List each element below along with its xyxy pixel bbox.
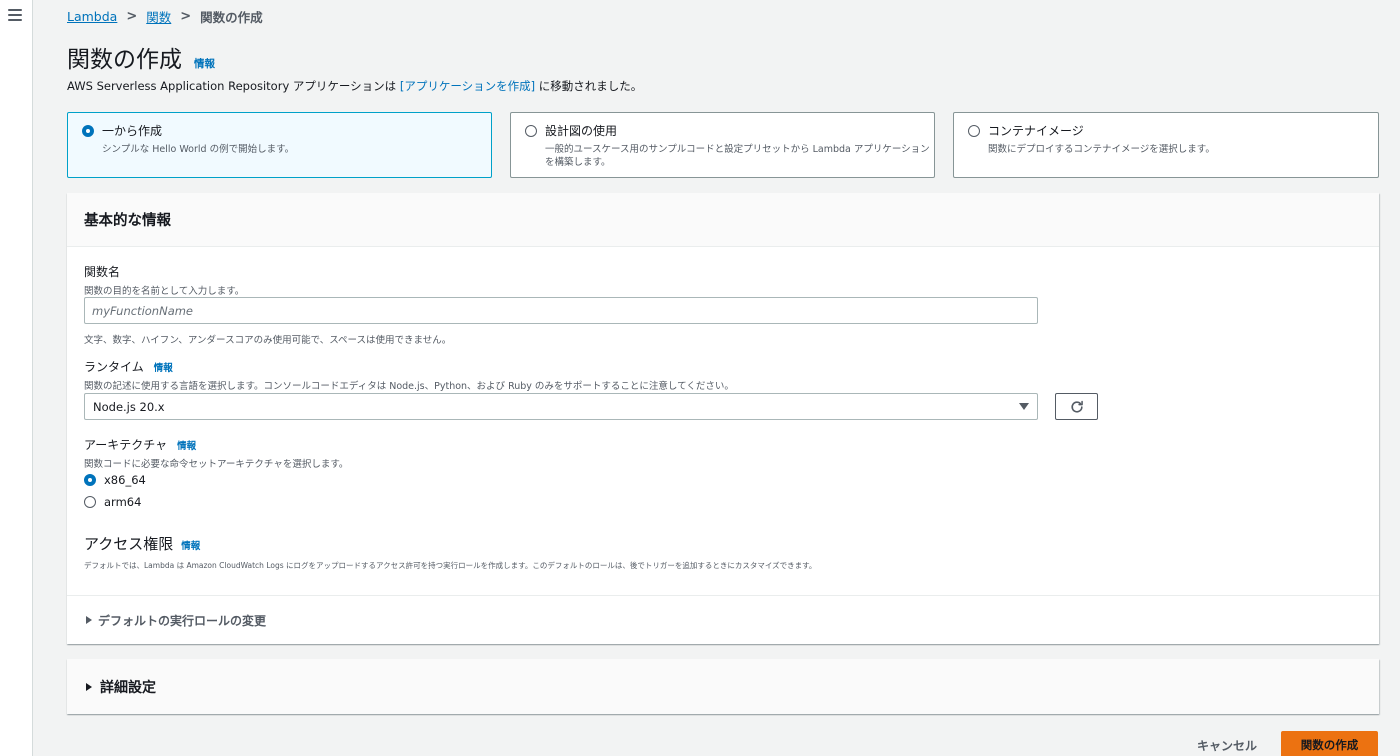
architecture-option-x86[interactable]: x86_64 — [84, 473, 146, 487]
create-application-link[interactable]: [アプリケーションを作成] — [400, 79, 535, 93]
basic-info-panel: 基本的な情報 関数名 関数の目的を名前として入力します。 文字、数字、ハイフン、… — [67, 193, 1379, 644]
access-title: アクセス権限 — [84, 535, 174, 553]
radio-selected-icon[interactable] — [84, 474, 96, 486]
architecture-option-arm64[interactable]: arm64 — [84, 495, 141, 509]
access-title-row: アクセス権限 情報 — [84, 533, 816, 554]
access-section: アクセス権限 情報 デフォルトでは、Lambda は Amazon CloudW… — [84, 533, 816, 571]
option-title: コンテナイメージ — [988, 124, 1084, 138]
page-header: 関数の作成 情報 — [67, 40, 215, 74]
breadcrumb: Lambda > 関数 > 関数の作成 — [67, 7, 263, 25]
notice-suffix: に移動されました。 — [535, 79, 643, 93]
function-name-label-group: 関数名 関数の目的を名前として入力します。 — [84, 263, 244, 297]
migration-notice: AWS Serverless Application Repository アプ… — [67, 78, 642, 94]
runtime-desc: 関数の記述に使用する言語を選択します。コンソールコードエディタは Node.js… — [84, 381, 734, 392]
function-name-label: 関数名 — [84, 265, 121, 279]
option-desc: 一般的ユースケース用のサンプルコードと設定プリセットから Lambda アプリケ… — [545, 144, 930, 168]
option-use-blueprint[interactable]: 設計図の使用 一般的ユースケース用のサンプルコードと設定プリセットから Lamb… — [510, 112, 935, 178]
runtime-label-group: ランタイム 情報 関数の記述に使用する言語を選択します。コンソールコードエディタ… — [84, 358, 734, 392]
function-name-input[interactable] — [84, 297, 1038, 324]
runtime-label-row: ランタイム 情報 — [84, 358, 734, 375]
architecture-option-label: x86_64 — [104, 473, 146, 487]
option-desc: シンプルな Hello World の例で開始します。 — [102, 144, 295, 155]
architecture-desc: 関数コードに必要な命令セットアーキテクチャを選択します。 — [84, 459, 349, 470]
caret-right-icon — [86, 616, 92, 624]
option-desc: 関数にデプロイするコンテナイメージを選択します。 — [988, 144, 1215, 155]
cancel-button[interactable]: キャンセル — [1183, 733, 1271, 756]
chevron-right-icon: > — [180, 8, 192, 24]
radio-selected-icon[interactable] — [82, 124, 94, 137]
change-default-role-label: デフォルトの実行ロールの変更 — [98, 613, 267, 628]
left-rail — [0, 0, 33, 756]
runtime-label: ランタイム — [84, 360, 144, 374]
refresh-runtime-button[interactable] — [1055, 393, 1098, 420]
creation-options: 一から作成 シンプルな Hello World の例で開始します。 設計図の使用… — [67, 112, 1379, 178]
main-content: Lambda > 関数 > 関数の作成 関数の作成 情報 AWS Serverl… — [33, 0, 1400, 756]
basic-info-title: 基本的な情報 — [84, 213, 171, 229]
basic-info-header: 基本的な情報 — [67, 193, 1379, 247]
runtime-value: Node.js 20.x — [93, 399, 165, 414]
menu-icon[interactable] — [8, 9, 22, 21]
radio-unselected-icon[interactable] — [525, 124, 537, 137]
architecture-label-row: アーキテクチャ 情報 — [84, 436, 348, 453]
option-author-from-scratch[interactable]: 一から作成 シンプルな Hello World の例で開始します。 — [67, 112, 492, 178]
option-container-image[interactable]: コンテナイメージ 関数にデプロイするコンテナイメージを選択します。 — [953, 112, 1379, 178]
runtime-info-link[interactable]: 情報 — [154, 360, 173, 374]
caret-down-icon — [1019, 403, 1029, 410]
breadcrumb-current: 関数の作成 — [200, 9, 263, 25]
create-function-button[interactable]: 関数の作成 — [1281, 731, 1378, 756]
architecture-label: アーキテクチャ — [84, 438, 168, 452]
caret-right-icon — [86, 682, 92, 691]
refresh-icon — [1070, 400, 1083, 413]
advanced-settings-expander[interactable]: 詳細設定 — [67, 659, 1379, 714]
radio-unselected-icon[interactable] — [84, 496, 96, 508]
radio-unselected-icon[interactable] — [968, 124, 980, 137]
advanced-settings-label: 詳細設定 — [100, 679, 156, 696]
notice-prefix: AWS Serverless Application Repository アプ… — [67, 79, 400, 93]
architecture-info-link[interactable]: 情報 — [177, 438, 196, 452]
option-title: 一から作成 — [102, 124, 163, 138]
breadcrumb-lambda[interactable]: Lambda — [67, 9, 117, 24]
architecture-label-group: アーキテクチャ 情報 関数コードに必要な命令セットアーキテクチャを選択します。 — [84, 436, 348, 470]
function-name-hint: 文字、数字、ハイフン、アンダースコアのみ使用可能で、スペースは使用できません。 — [84, 335, 452, 346]
option-title: 設計図の使用 — [545, 124, 618, 138]
page-title: 関数の作成 — [67, 47, 182, 73]
change-default-role-expander[interactable]: デフォルトの実行ロールの変更 — [67, 595, 1379, 644]
chevron-right-icon: > — [126, 8, 138, 24]
function-name-desc: 関数の目的を名前として入力します。 — [84, 286, 245, 297]
runtime-select[interactable]: Node.js 20.x — [84, 393, 1038, 420]
access-desc: デフォルトでは、Lambda は Amazon CloudWatch Logs … — [84, 561, 817, 570]
access-info-link[interactable]: 情報 — [181, 538, 200, 552]
architecture-option-label: arm64 — [104, 495, 142, 509]
page-info-link[interactable]: 情報 — [194, 56, 215, 71]
breadcrumb-functions[interactable]: 関数 — [146, 7, 171, 26]
